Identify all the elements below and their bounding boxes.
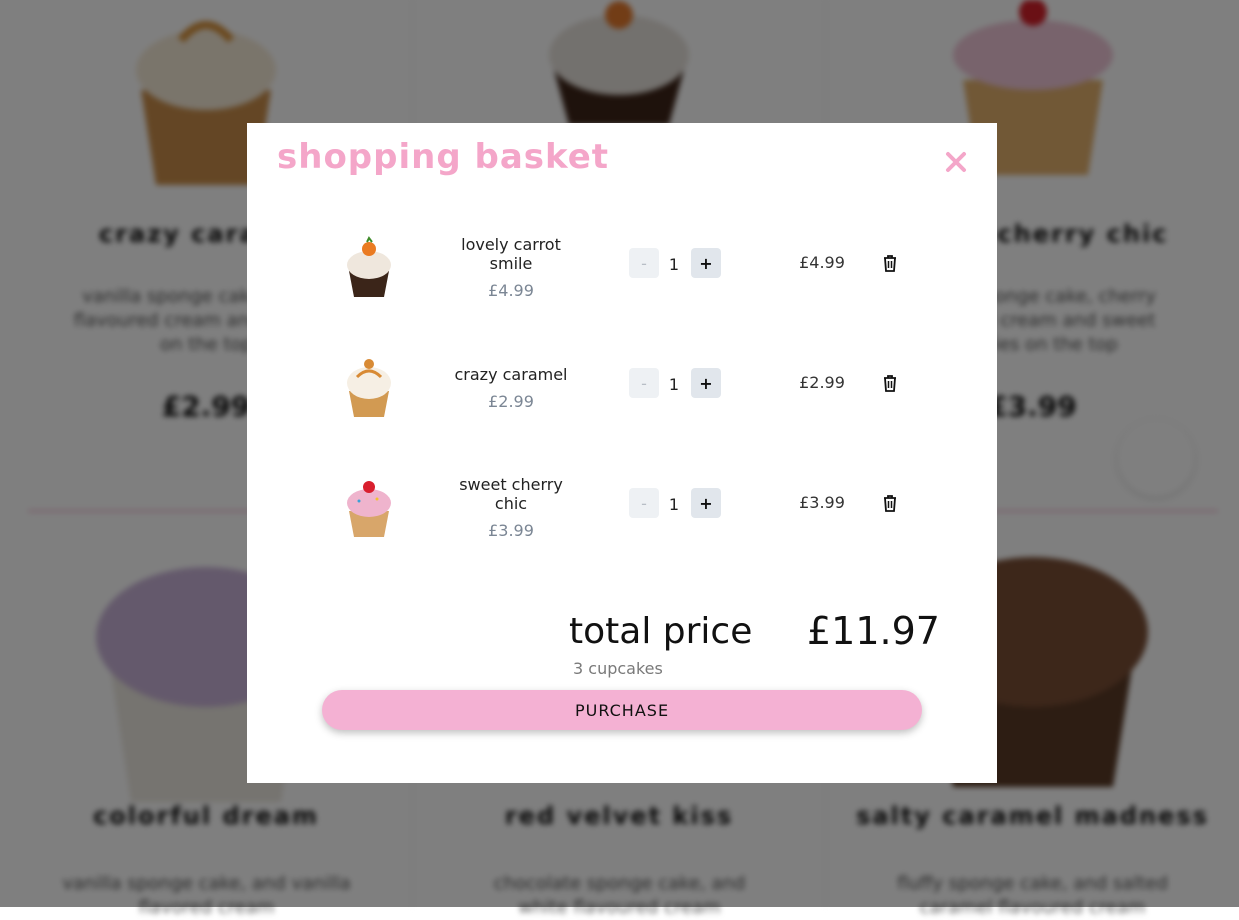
total-price-label: total price (569, 611, 753, 652)
item-unit-price: £2.99 (488, 392, 534, 411)
increase-quantity-button[interactable]: + (691, 488, 721, 518)
cupcake-thumbnail (347, 359, 391, 417)
cupcake-thumbnail (347, 481, 391, 537)
decrease-quantity-button[interactable]: - (629, 368, 659, 398)
item-unit-price: £3.99 (488, 521, 534, 540)
basket-item: lovely carrot smile £4.99 - 1 + £4.99 (247, 227, 997, 337)
item-line-total: £4.99 (799, 253, 845, 272)
basket-item: sweet cherry chic £3.99 - 1 + £3.99 (247, 467, 997, 577)
total-price-value: £11.97 (807, 609, 940, 653)
close-icon[interactable] (941, 147, 971, 177)
trash-icon[interactable] (880, 253, 900, 273)
trash-icon[interactable] (880, 493, 900, 513)
decrease-quantity-button[interactable]: - (629, 248, 659, 278)
shopping-basket-modal: shopping basket lovely carrot smile £4.9… (247, 123, 997, 783)
quantity-value: 1 (668, 495, 680, 514)
item-name: lovely carrot (461, 235, 561, 254)
item-line-total: £3.99 (799, 493, 845, 512)
cupcake-count: 3 cupcakes (573, 659, 663, 678)
cupcake-thumbnail (347, 236, 391, 297)
item-name: crazy caramel (454, 365, 568, 384)
item-name-line2: chic (494, 494, 528, 513)
item-name-line2: smile (489, 254, 533, 273)
item-line-total: £2.99 (799, 373, 845, 392)
item-name: sweet cherry (459, 475, 563, 494)
modal-title: shopping basket (277, 137, 610, 177)
item-unit-price: £4.99 (488, 281, 534, 300)
quantity-value: 1 (668, 375, 680, 394)
quantity-value: 1 (668, 255, 680, 274)
basket-item: crazy caramel £2.99 - 1 + £2.99 (247, 347, 997, 457)
trash-icon[interactable] (880, 373, 900, 393)
purchase-button[interactable]: PURCHASE (322, 690, 922, 730)
increase-quantity-button[interactable]: + (691, 368, 721, 398)
increase-quantity-button[interactable]: + (691, 248, 721, 278)
decrease-quantity-button[interactable]: - (629, 488, 659, 518)
